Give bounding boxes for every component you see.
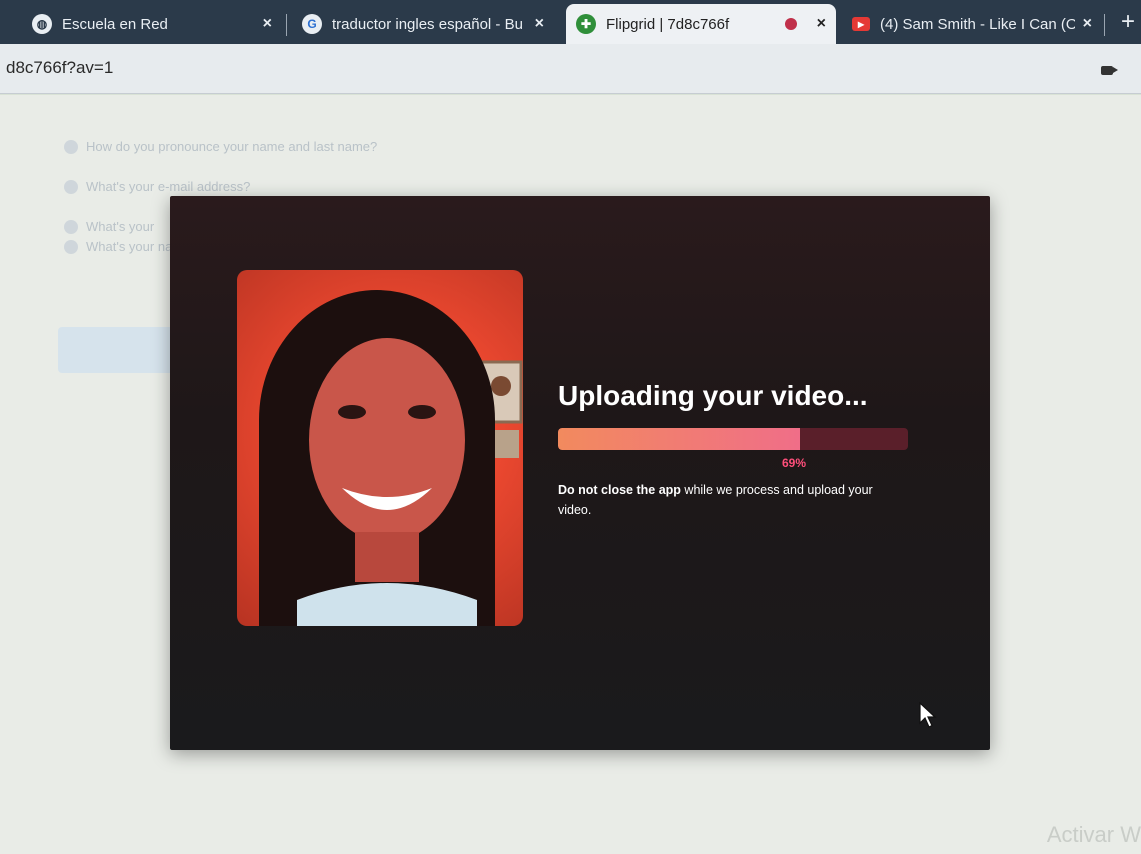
tab-flipgrid[interactable]: ✚ Flipgrid | 7d8c766f × xyxy=(566,4,836,44)
tab-label: traductor ingles español - Bu xyxy=(332,15,523,33)
tab-separator xyxy=(1104,14,1105,36)
upload-progress-fill xyxy=(558,428,800,450)
question-icon xyxy=(64,179,78,194)
upload-title: Uploading your video... xyxy=(558,380,868,411)
google-icon: G xyxy=(302,14,322,34)
tab-close-button[interactable]: × xyxy=(817,15,826,33)
upload-modal: Uploading your video... 69% Do not close… xyxy=(170,196,990,750)
background-button xyxy=(58,327,178,373)
tab-escuela-en-red[interactable]: ◍ Escuela en Red × xyxy=(22,4,282,44)
tab-label: (4) Sam Smith - Like I Can (O xyxy=(880,15,1075,33)
tab-close-button[interactable]: × xyxy=(535,15,544,33)
upload-warning-text: Do not close the app while we process an… xyxy=(558,480,908,520)
background-question: What's your e-mail address? xyxy=(64,179,250,194)
flipgrid-icon: ✚ xyxy=(576,14,596,34)
address-bar: d8c766f?av=1 xyxy=(0,44,1141,94)
globe-icon: ◍ xyxy=(32,14,52,34)
background-question: How do you pronounce your name and last … xyxy=(64,139,377,154)
new-tab-button[interactable]: + xyxy=(1121,8,1135,36)
upload-progress-percent: 69% xyxy=(782,456,807,470)
video-preview xyxy=(237,270,523,626)
upload-warning-bold: Do not close the app xyxy=(558,483,681,497)
recording-indicator-icon xyxy=(784,18,797,30)
tab-separator xyxy=(286,14,287,36)
tab-traductor[interactable]: G traductor ingles español - Bu × xyxy=(292,4,554,44)
tab-label: Escuela en Red xyxy=(62,15,168,33)
camera-icon[interactable] xyxy=(1101,66,1118,75)
windows-activation-watermark: Activar W xyxy=(1046,822,1141,847)
question-icon xyxy=(64,219,78,234)
browser-tab-strip: ◍ Escuela en Red × G traductor ingles es… xyxy=(0,0,1141,44)
tab-sam-smith[interactable]: ▸ (4) Sam Smith - Like I Can (O × xyxy=(842,4,1102,44)
question-icon xyxy=(64,239,78,254)
tab-label: Flipgrid | 7d8c766f xyxy=(606,15,730,33)
youtube-icon: ▸ xyxy=(852,17,870,31)
question-icon xyxy=(64,139,78,154)
video-thumbnail-illustration xyxy=(259,290,523,626)
url-field[interactable]: d8c766f?av=1 xyxy=(6,58,113,78)
upload-progress-bar xyxy=(558,428,908,450)
tab-close-button[interactable]: × xyxy=(263,15,272,33)
background-question: What's your xyxy=(64,219,154,234)
tab-close-button[interactable]: × xyxy=(1083,15,1092,33)
